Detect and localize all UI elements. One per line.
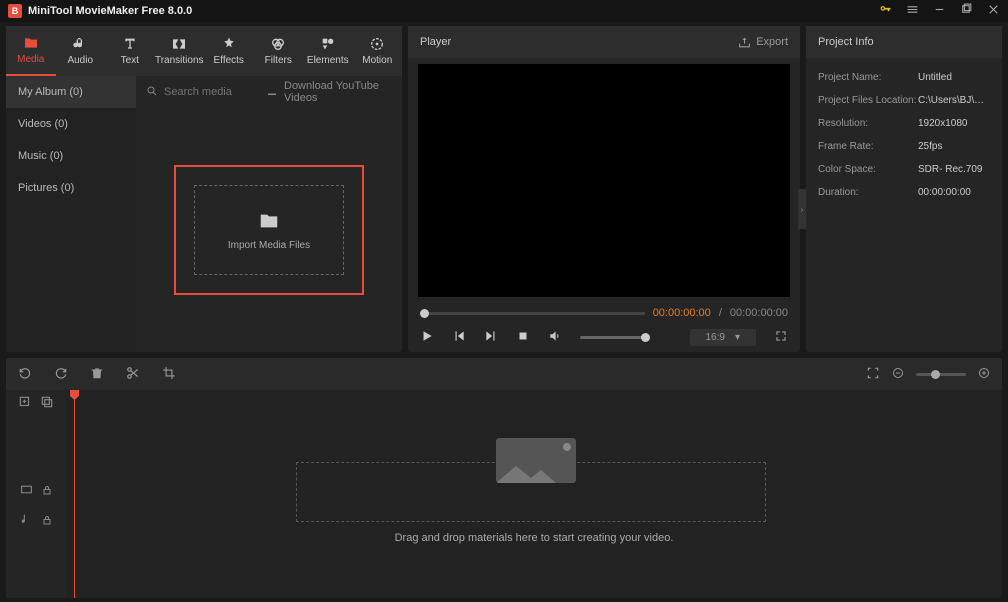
aspect-ratio-select[interactable]: 16:9 ▾ (690, 329, 757, 346)
prev-frame-button[interactable] (452, 329, 466, 346)
zoom-in-button[interactable] (978, 367, 990, 382)
project-info-panel: › Project Info Project Name:Untitled Pro… (806, 26, 1002, 352)
stop-button[interactable] (516, 329, 530, 346)
tab-filters[interactable]: Filters (254, 26, 304, 76)
minimize-button[interactable] (933, 3, 946, 19)
folder-icon (258, 210, 280, 232)
lock-icon[interactable] (41, 514, 53, 529)
upgrade-key-icon[interactable] (879, 3, 892, 19)
import-media-label: Import Media Files (228, 240, 310, 251)
tab-text-label: Text (121, 55, 139, 66)
sidebar-item-videos[interactable]: Videos (0) (6, 108, 136, 140)
chevron-down-icon: ▾ (735, 332, 740, 343)
time-separator: / (719, 307, 722, 319)
tab-motion-label: Motion (362, 55, 392, 66)
search-input[interactable] (164, 86, 254, 98)
tab-effects[interactable]: Effects (204, 26, 254, 76)
add-track-button[interactable] (18, 395, 32, 412)
fit-zoom-button[interactable] (866, 366, 880, 383)
info-row: Frame Rate:25fps (806, 135, 1002, 158)
export-button[interactable]: Export (738, 36, 788, 49)
split-button[interactable] (126, 366, 140, 383)
tab-audio[interactable]: Audio (56, 26, 106, 76)
drop-hint-text: Drag and drop materials here to start cr… (66, 532, 1002, 544)
player-title: Player (420, 36, 451, 48)
export-icon (738, 36, 751, 49)
download-youtube-link[interactable]: Download YouTube Videos (284, 80, 392, 104)
media-panel: Media Audio Text Transitions Effects Fil… (6, 26, 402, 352)
playhead[interactable] (74, 390, 75, 598)
media-sidebar: My Album (0) Videos (0) Music (0) Pictur… (6, 76, 136, 352)
crop-button[interactable] (162, 366, 176, 383)
timeline: Drag and drop materials here to start cr… (6, 390, 1002, 598)
close-button[interactable] (987, 3, 1000, 19)
video-preview[interactable] (418, 64, 790, 297)
lock-icon[interactable] (41, 484, 53, 499)
info-row: Duration:00:00:00:00 (806, 181, 1002, 204)
time-total: 00:00:00:00 (730, 307, 788, 319)
info-row: Project Name:Untitled (806, 66, 1002, 89)
tab-audio-label: Audio (67, 55, 93, 66)
collapse-info-button[interactable]: › (798, 189, 806, 229)
tab-transitions[interactable]: Transitions (155, 26, 205, 76)
tab-text[interactable]: Text (105, 26, 155, 76)
zoom-slider[interactable] (916, 373, 966, 376)
tab-elements[interactable]: Elements (303, 26, 353, 76)
info-row: Resolution:1920x1080 (806, 112, 1002, 135)
tab-transitions-label: Transitions (155, 55, 204, 66)
info-row: Project Files Location:C:\Users\BJ\App..… (806, 89, 1002, 112)
audio-track-icon (20, 513, 33, 529)
sidebar-item-pictures[interactable]: Pictures (0) (6, 172, 136, 204)
tab-effects-label: Effects (214, 55, 244, 66)
play-button[interactable] (420, 329, 434, 346)
timeline-toolbar (6, 358, 1002, 390)
search-icon (146, 85, 158, 100)
seek-bar[interactable] (420, 312, 645, 315)
info-row: Color Space:SDR- Rec.709 (806, 158, 1002, 181)
zoom-out-button[interactable] (892, 367, 904, 382)
maximize-button[interactable] (960, 3, 973, 19)
delete-button[interactable] (90, 366, 104, 383)
sidebar-item-music[interactable]: Music (0) (6, 140, 136, 172)
project-info-title: Project Info (818, 36, 874, 48)
main-tabs: Media Audio Text Transitions Effects Fil… (6, 26, 402, 76)
player-panel: Player Export 00:00:00:00 / 00:00:00:00 … (408, 26, 800, 352)
video-track-icon (20, 483, 33, 499)
tab-elements-label: Elements (307, 55, 349, 66)
time-current: 00:00:00:00 (653, 307, 711, 319)
undo-button[interactable] (18, 366, 32, 383)
redo-button[interactable] (54, 366, 68, 383)
menu-icon[interactable] (906, 3, 919, 19)
duplicate-track-button[interactable] (40, 395, 54, 412)
volume-slider[interactable] (580, 336, 650, 339)
tab-media-label: Media (17, 54, 44, 65)
sidebar-item-myalbum[interactable]: My Album (0) (6, 76, 136, 108)
tab-media[interactable]: Media (6, 26, 56, 76)
export-label: Export (756, 36, 788, 48)
timeline-drop-zone[interactable] (296, 462, 766, 522)
tracks-area[interactable]: Drag and drop materials here to start cr… (66, 390, 1002, 598)
app-logo-icon: B (8, 4, 22, 18)
fullscreen-button[interactable] (774, 329, 788, 346)
app-title: MiniTool MovieMaker Free 8.0.0 (28, 5, 192, 17)
next-frame-button[interactable] (484, 329, 498, 346)
tab-motion[interactable]: Motion (353, 26, 403, 76)
aspect-ratio-value: 16:9 (706, 332, 725, 343)
volume-icon[interactable] (548, 329, 562, 346)
tab-filters-label: Filters (265, 55, 292, 66)
import-media-box[interactable]: Import Media Files (174, 165, 364, 295)
download-icon (266, 85, 278, 100)
titlebar: B MiniTool MovieMaker Free 8.0.0 (0, 0, 1008, 22)
